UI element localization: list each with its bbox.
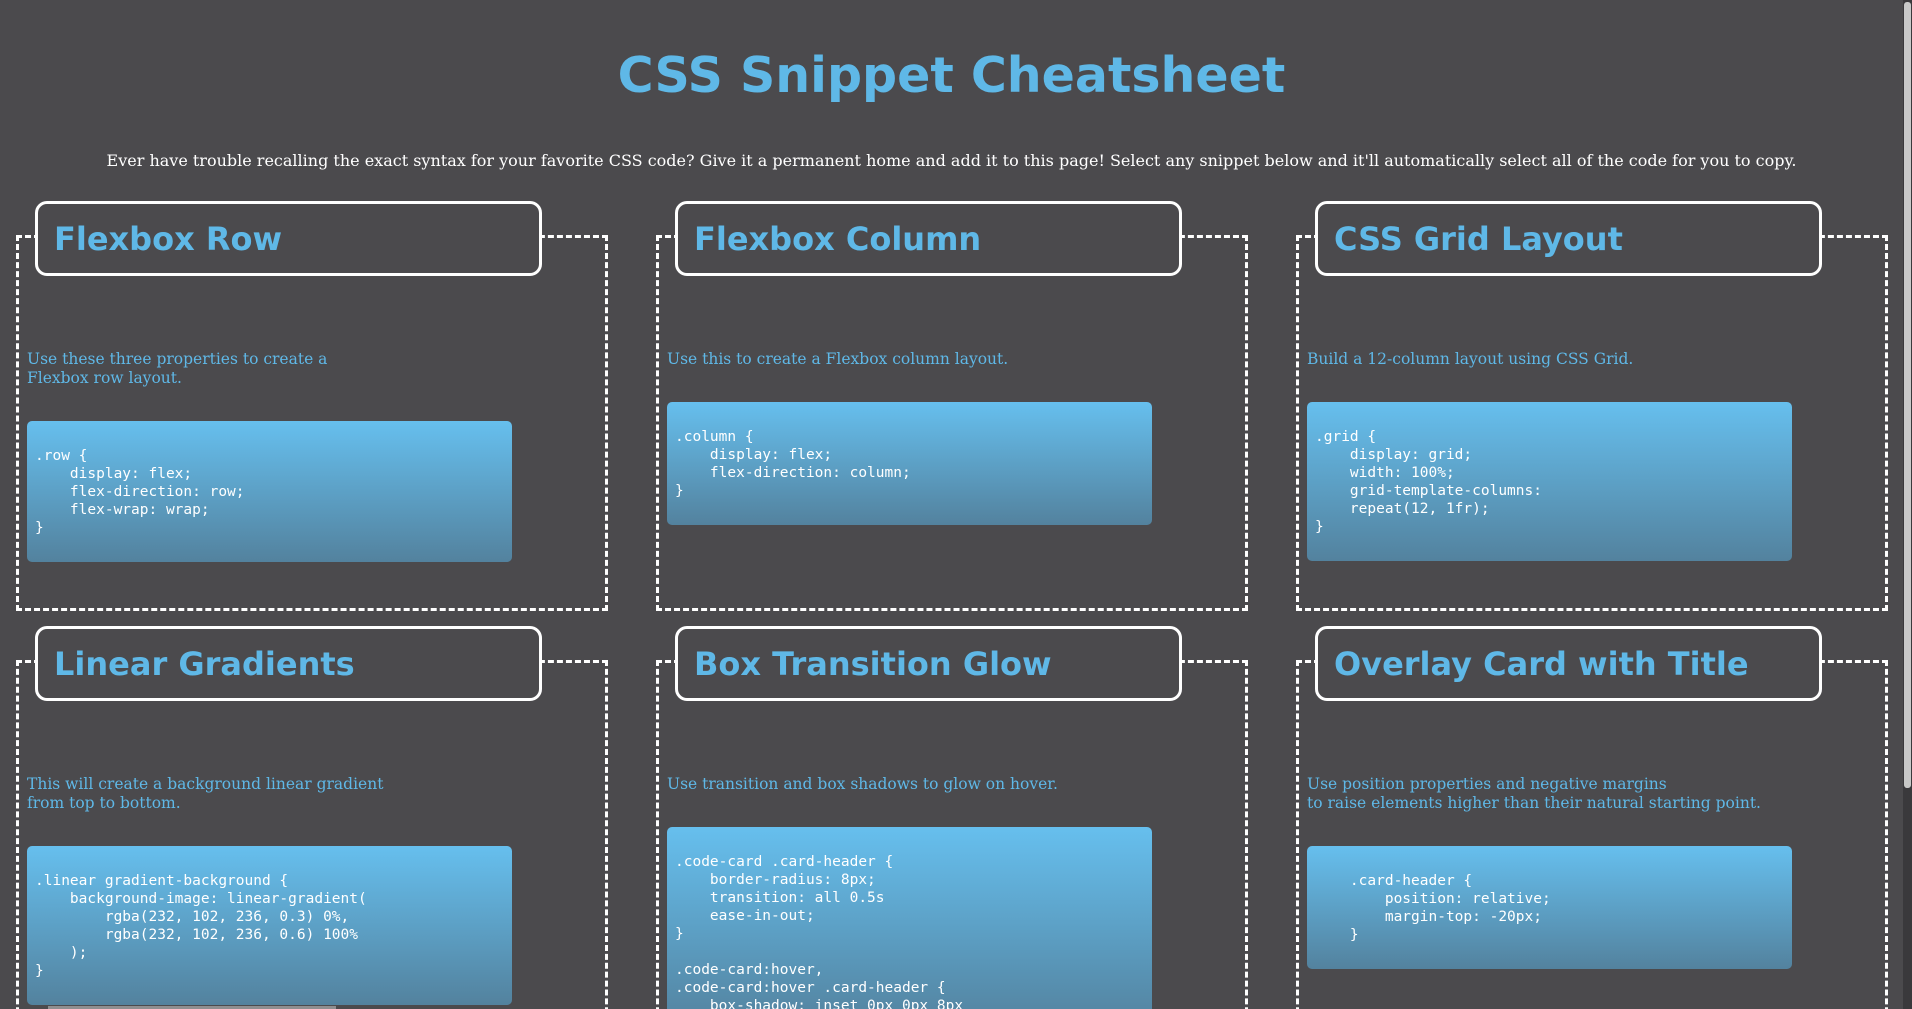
card-description: This will create a background linear gra…: [27, 775, 384, 812]
code-snippet[interactable]: .code-card .card-header { border-radius:…: [667, 827, 1152, 1009]
code-snippet[interactable]: .grid { display: grid; width: 100%; grid…: [1307, 402, 1792, 561]
code-snippet[interactable]: .linear gradient-background { background…: [27, 846, 512, 1005]
code-text[interactable]: .row { display: flex; flex-direction: ro…: [35, 447, 512, 537]
code-text[interactable]: .grid { display: grid; width: 100%; grid…: [1315, 428, 1792, 536]
code-snippet[interactable]: .row { display: flex; flex-direction: ro…: [27, 421, 512, 562]
code-text[interactable]: .card-header { position: relative; margi…: [1315, 872, 1792, 944]
code-text[interactable]: .code-card .card-header { border-radius:…: [675, 853, 1152, 1009]
code-snippet[interactable]: .card-header { position: relative; margi…: [1307, 846, 1792, 969]
card-header: Box Transition Glow: [675, 626, 1182, 701]
card-header: CSS Grid Layout: [1315, 201, 1822, 276]
card-description: Use position properties and negative mar…: [1307, 775, 1761, 812]
card-description: Use this to create a Flexbox column layo…: [667, 350, 1009, 368]
vertical-scrollbar[interactable]: [1903, 0, 1912, 1009]
card-title: CSS Grid Layout: [1334, 219, 1623, 258]
card-description: Use transition and box shadows to glow o…: [667, 775, 1058, 793]
card-title: Flexbox Column: [694, 219, 982, 258]
card-description: Build a 12-column layout using CSS Grid.: [1307, 350, 1634, 368]
card-header: Linear Gradients: [35, 626, 542, 701]
card-title: Overlay Card with Title: [1334, 644, 1749, 683]
code-snippet[interactable]: .column { display: flex; flex-direction:…: [667, 402, 1152, 525]
card-header: Overlay Card with Title: [1315, 626, 1822, 701]
card-title: Flexbox Row: [54, 219, 283, 258]
card-title: Linear Gradients: [54, 644, 355, 683]
page-subtitle: Ever have trouble recalling the exact sy…: [106, 151, 1797, 170]
card-header: Flexbox Row: [35, 201, 542, 276]
page-title: CSS Snippet Cheatsheet: [617, 47, 1286, 104]
code-text[interactable]: .column { display: flex; flex-direction:…: [675, 428, 1152, 500]
code-text[interactable]: .linear gradient-background { background…: [35, 872, 512, 980]
scrollbar-thumb[interactable]: [1904, 2, 1911, 788]
card-description: Use these three properties to create a F…: [27, 350, 328, 387]
card-title: Box Transition Glow: [694, 644, 1052, 683]
card-header: Flexbox Column: [675, 201, 1182, 276]
